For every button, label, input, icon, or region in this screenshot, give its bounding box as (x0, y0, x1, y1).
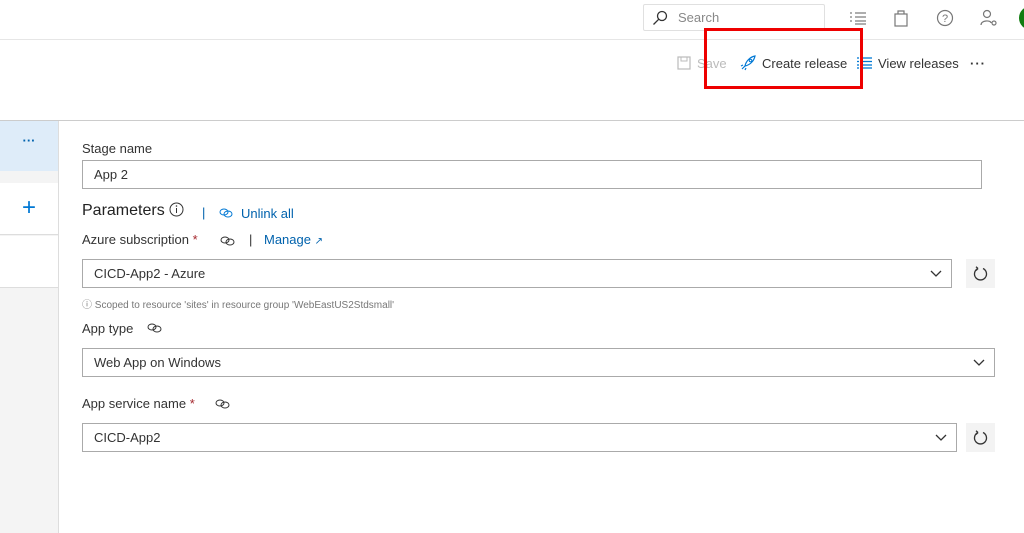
user-settings-icon[interactable] (979, 8, 999, 28)
marketplace-bag-icon[interactable] (891, 8, 911, 28)
highlight-box (704, 28, 863, 89)
chevron-down-icon (930, 270, 942, 277)
refresh-icon (973, 429, 987, 445)
chevron-down-icon (935, 434, 947, 441)
save-icon (677, 56, 691, 70)
divider (0, 39, 1024, 40)
info-icon (169, 202, 184, 217)
info-icon: ⓘ (82, 300, 92, 311)
azure-subscription-select[interactable]: CICD-App2 - Azure (82, 259, 952, 288)
link-icon[interactable] (220, 235, 236, 247)
divider (0, 120, 1024, 121)
refresh-icon (973, 265, 987, 281)
svg-text:?: ? (942, 13, 948, 25)
stage-name-label: Stage name (82, 141, 153, 156)
manage-link[interactable]: Manage ↗ (264, 232, 323, 247)
azure-subscription-value: CICD-App2 - Azure (94, 266, 206, 281)
task-list-icon[interactable] (848, 8, 868, 28)
search-box[interactable]: Search (643, 4, 825, 31)
app-service-name-label: App service name * (82, 396, 195, 411)
link-icon[interactable] (147, 322, 163, 334)
app-service-name-value: CICD-App2 (94, 430, 161, 445)
view-releases-label: View releases (878, 55, 959, 71)
external-link-icon: ↗ (314, 236, 323, 247)
separator: | (202, 205, 206, 220)
stage-more-button[interactable]: ··· (0, 121, 58, 171)
add-button[interactable]: + (0, 183, 58, 235)
app-service-name-select[interactable]: CICD-App2 (82, 423, 957, 452)
link-icon[interactable] (215, 398, 231, 410)
app-type-label: App type (82, 321, 134, 336)
search-placeholder: Search (678, 10, 720, 25)
required-mark: * (189, 396, 195, 411)
app-type-value: Web App on Windows (94, 355, 221, 370)
required-mark: * (192, 232, 198, 247)
stage-name-input[interactable]: App 2 (82, 160, 982, 189)
unlink-all-link[interactable]: Unlink all (241, 206, 294, 221)
azure-subscription-label: Azure subscription * (82, 232, 198, 247)
help-icon[interactable]: ? (935, 8, 955, 28)
app-type-select[interactable]: Web App on Windows (82, 348, 995, 377)
left-pane-item (0, 236, 58, 288)
refresh-app-service-button[interactable] (966, 423, 995, 452)
scope-note: ⓘ Scoped to resource 'sites' in resource… (82, 300, 395, 311)
separator: | (249, 232, 253, 247)
unlink-icon (219, 208, 233, 218)
chevron-down-icon (973, 359, 985, 366)
manage-label: Manage (264, 232, 311, 247)
refresh-subscription-button[interactable] (966, 259, 995, 288)
more-actions-button[interactable]: ··· (970, 54, 986, 72)
view-releases-button[interactable]: View releases (857, 54, 959, 72)
avatar[interactable] (1019, 6, 1024, 30)
parameters-title: Parameters (82, 202, 165, 219)
search-icon (653, 10, 668, 25)
